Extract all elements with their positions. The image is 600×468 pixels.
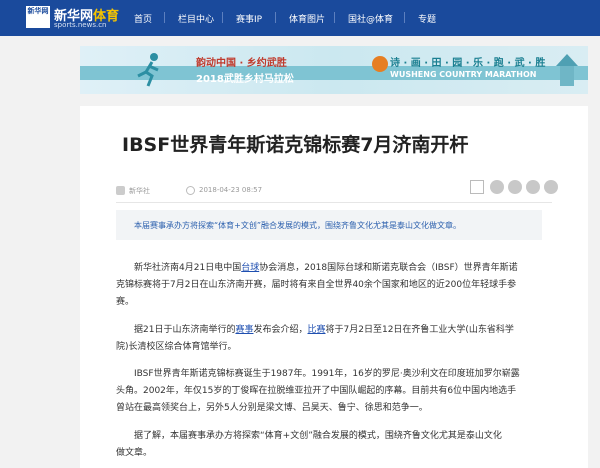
comment-icon[interactable] [490,180,504,194]
text-run: IBSF世界青年斯诺克锦标赛诞生于1987年。1991年，16岁的罗尼·奥沙利文… [134,369,520,379]
nav-item-events[interactable]: 赛事IP [236,12,262,25]
article-source: 新华社 [129,187,150,195]
logo-subtitle: sports.news.cn [54,21,107,29]
article-summary-box: 本届赛事承办方将探索“体育+文创”融合发展的模式，围绕齐鲁文化尤其是泰山文化做文… [116,210,542,240]
text-run: 协会消息，2018国际台球和斯诺克联合会（IBSF）世界青年斯诺 [259,263,518,273]
paragraph-line: 据了解，本届赛事承办方将探索“体育+文创”融合发展的模式，围绕齐鲁文化尤其是泰山… [116,428,546,445]
banner-english-name: WUSHENG COUNTRY MARATHON [390,70,537,79]
paragraph-line: 据21日于山东济南举行的赛事发布会介绍，比赛将于7月2日至12日在齐鲁工业大学(… [116,322,546,339]
site-logo[interactable]: 新华网 新华网体育 sports.news.cn [26,5,136,31]
banner-slogan: 韵动中国 · 乡约武胜 [196,58,287,69]
banner-left-text: 韵动中国 · 乡约武胜 2018武胜乡村马拉松 [196,54,376,86]
text-run: 据21日于山东济南举行的 [134,325,236,335]
nav-item-columns[interactable]: 栏目中心 [178,12,214,25]
paragraph-line: 头角。2002年，年仅15岁的丁俊晖在拉脱维亚拉开了中国队崛起的序幕。目前共有6… [116,386,517,396]
article-title: IBSF世界青年斯诺克锦标赛7月济南开杆 [122,134,469,156]
paragraph-line: 院)长清校区综合体育馆举行。 [116,342,237,352]
article-summary: 本届赛事承办方将探索“体育+文创”融合发展的模式，围绕齐鲁文化尤其是泰山文化做文… [134,221,461,230]
more-icon[interactable] [544,180,558,194]
link-billiards[interactable]: 台球 [241,263,259,273]
paragraph-1: 新华社济南4月21日电中国台球协会消息，2018国际台球和斯诺克联合会（IBSF… [116,260,546,311]
nav-divider [164,12,165,23]
paragraph-line: 新华社济南4月21日电中国台球协会消息，2018国际台球和斯诺克联合会（IBSF… [116,260,546,277]
text-run: 发布会介绍， [253,325,308,335]
paragraph-line: 赛。 [116,297,135,307]
paragraph-3: IBSF世界青年斯诺克锦标赛诞生于1987年。1991年，16岁的罗尼·奥沙利文… [116,366,546,417]
nav-item-photos[interactable]: 体育图片 [289,12,325,25]
nav-divider [404,12,405,23]
building-icon [556,54,578,86]
paragraph-line: 曾站在最高领奖台上，另外5人分别是梁文博、吕昊天、鲁宁、徐思和范争一。 [116,403,428,413]
source-icon [116,186,125,195]
banner-poem: 诗 · 画 · 田 · 园 · 乐 · 跑 · 武 · 胜 [390,58,546,69]
link-match[interactable]: 比赛 [308,325,326,335]
nav-item-home[interactable]: 首页 [134,12,152,25]
marathon-ad-banner[interactable]: 韵动中国 · 乡约武胜 2018武胜乡村马拉松 诗 · 画 · 田 · 园 · … [80,46,588,94]
article-time: 2018-04-23 08:57 [199,186,263,194]
nav-divider [222,12,223,23]
nav-divider [275,12,276,23]
link-event[interactable]: 赛事 [235,325,253,335]
nav-divider [334,12,335,23]
nav-item-agency-sports[interactable]: 国社@体育 [348,12,393,25]
wechat-icon[interactable] [526,180,540,194]
nav-item-topics[interactable]: 专题 [418,12,436,25]
paragraph-2: 据21日于山东济南举行的赛事发布会介绍，比赛将于7月2日至12日在齐鲁工业大学(… [116,322,546,356]
banner-right-text: 诗 · 画 · 田 · 园 · 乐 · 跑 · 武 · 胜 WUSHENG CO… [390,54,560,86]
weibo-icon[interactable] [508,180,522,194]
banner-badge-icon [372,56,388,72]
paragraph-4: 据了解，本届赛事承办方将探索“体育+文创”融合发展的模式，围绕齐鲁文化尤其是泰山… [116,428,546,462]
clock-icon [186,186,195,195]
text-run: 新华社济南4月21日电中国 [134,263,242,273]
window-icon[interactable] [470,180,484,194]
top-navigation-bar: 新华网 新华网体育 sports.news.cn 首页 栏目中心 赛事IP 体育… [0,0,600,36]
paragraph-line: 做文章。 [116,448,153,458]
runner-icon [137,53,159,87]
text-run: 将于7月2日至12日在齐鲁工业大学(山东省科学 [325,325,514,335]
article-container: IBSF世界青年斯诺克锦标赛7月济南开杆 新华社 2018-04-23 08:5… [80,106,588,468]
meta-divider [116,202,552,203]
paragraph-line: 克锦标赛将于7月2日在山东济南开赛，届时将有来自全世界40余个国家和地区的近20… [116,280,517,290]
paragraph-line: IBSF世界青年斯诺克锦标赛诞生于1987年。1991年，16岁的罗尼·奥沙利文… [116,366,546,383]
text-run: 据了解，本届赛事承办方将探索“体育+文创”融合发展的模式，围绕齐鲁文化尤其是泰山… [134,431,502,441]
logo-mark: 新华网 [26,6,50,28]
banner-event-name: 2018武胜乡村马拉松 [196,74,294,85]
